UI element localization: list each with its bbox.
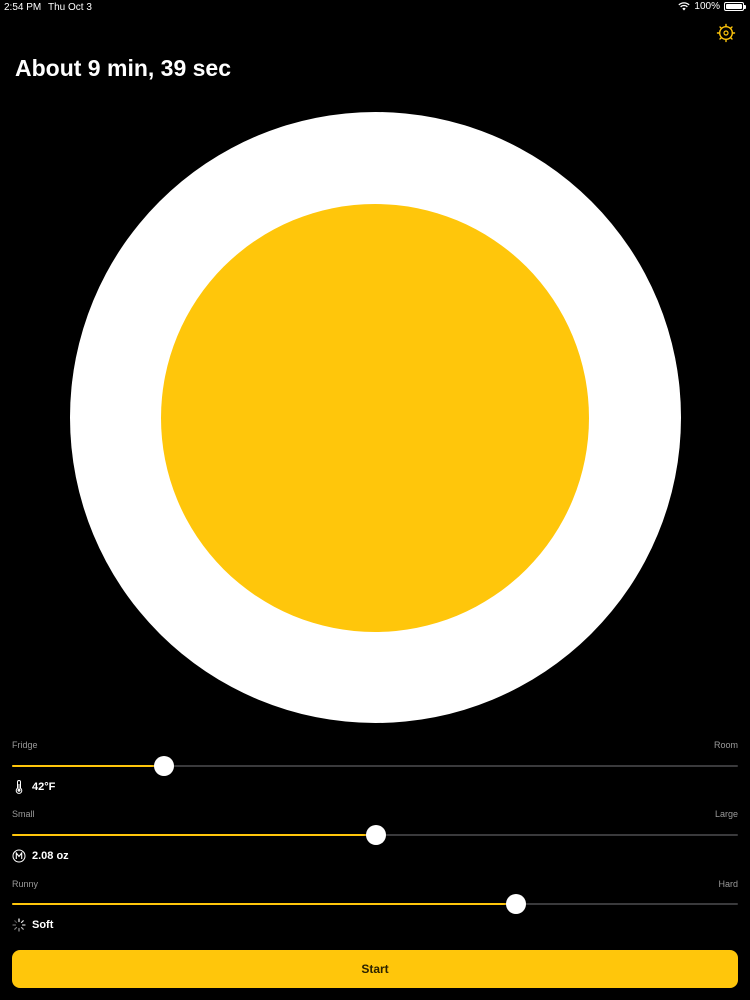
doneness-max-label: Hard [718,879,738,889]
egg-yolk [161,204,589,632]
battery-level [726,4,742,9]
doneness-value-row: Soft [12,918,53,932]
temperature-slider-thumb[interactable] [154,756,175,776]
battery-icon [724,2,746,11]
start-button-label: Start [361,962,389,976]
battery-percent: 100% [694,1,720,12]
medium-size-icon [12,849,26,863]
thermometer-icon [15,780,23,794]
doneness-slider[interactable] [12,894,738,914]
temperature-value: 42°F [32,781,56,793]
doneness-min-label: Runny [12,879,39,889]
temperature-slider-fill [12,765,165,767]
status-time: 2:54 PM [4,2,42,13]
temperature-slider[interactable] [12,756,738,776]
size-max-label: Large [714,809,738,819]
size-value-row: 2.08 oz [12,849,69,863]
soft-spinner-icon [12,918,26,932]
page-title: About 9 min, 39 sec [15,55,232,81]
size-value: 2.08 oz [32,850,69,862]
temperature-max-label: Room [713,740,738,750]
size-min-label: Small [12,809,35,819]
egg-timer-screen: 2:54 PM Thu Oct 3 100% About 9 min, 39 s… [0,0,750,1000]
gear-icon[interactable] [716,23,736,43]
start-button[interactable]: Start [12,950,738,988]
doneness-slider-fill [12,903,516,905]
size-slider-thumb[interactable] [366,825,387,845]
doneness-value: Soft [32,919,54,931]
temperature-value-row: 42°F [12,780,55,794]
doneness-slider-thumb[interactable] [505,894,526,914]
status-bar: 2:54 PM Thu Oct 3 100% [0,0,750,16]
status-date: Thu Oct 3 [48,2,92,13]
wifi-icon [678,2,691,11]
size-slider-fill [12,834,377,836]
size-slider[interactable] [12,825,738,845]
temperature-min-label: Fridge [12,740,38,750]
status-right: 100% [678,1,746,12]
